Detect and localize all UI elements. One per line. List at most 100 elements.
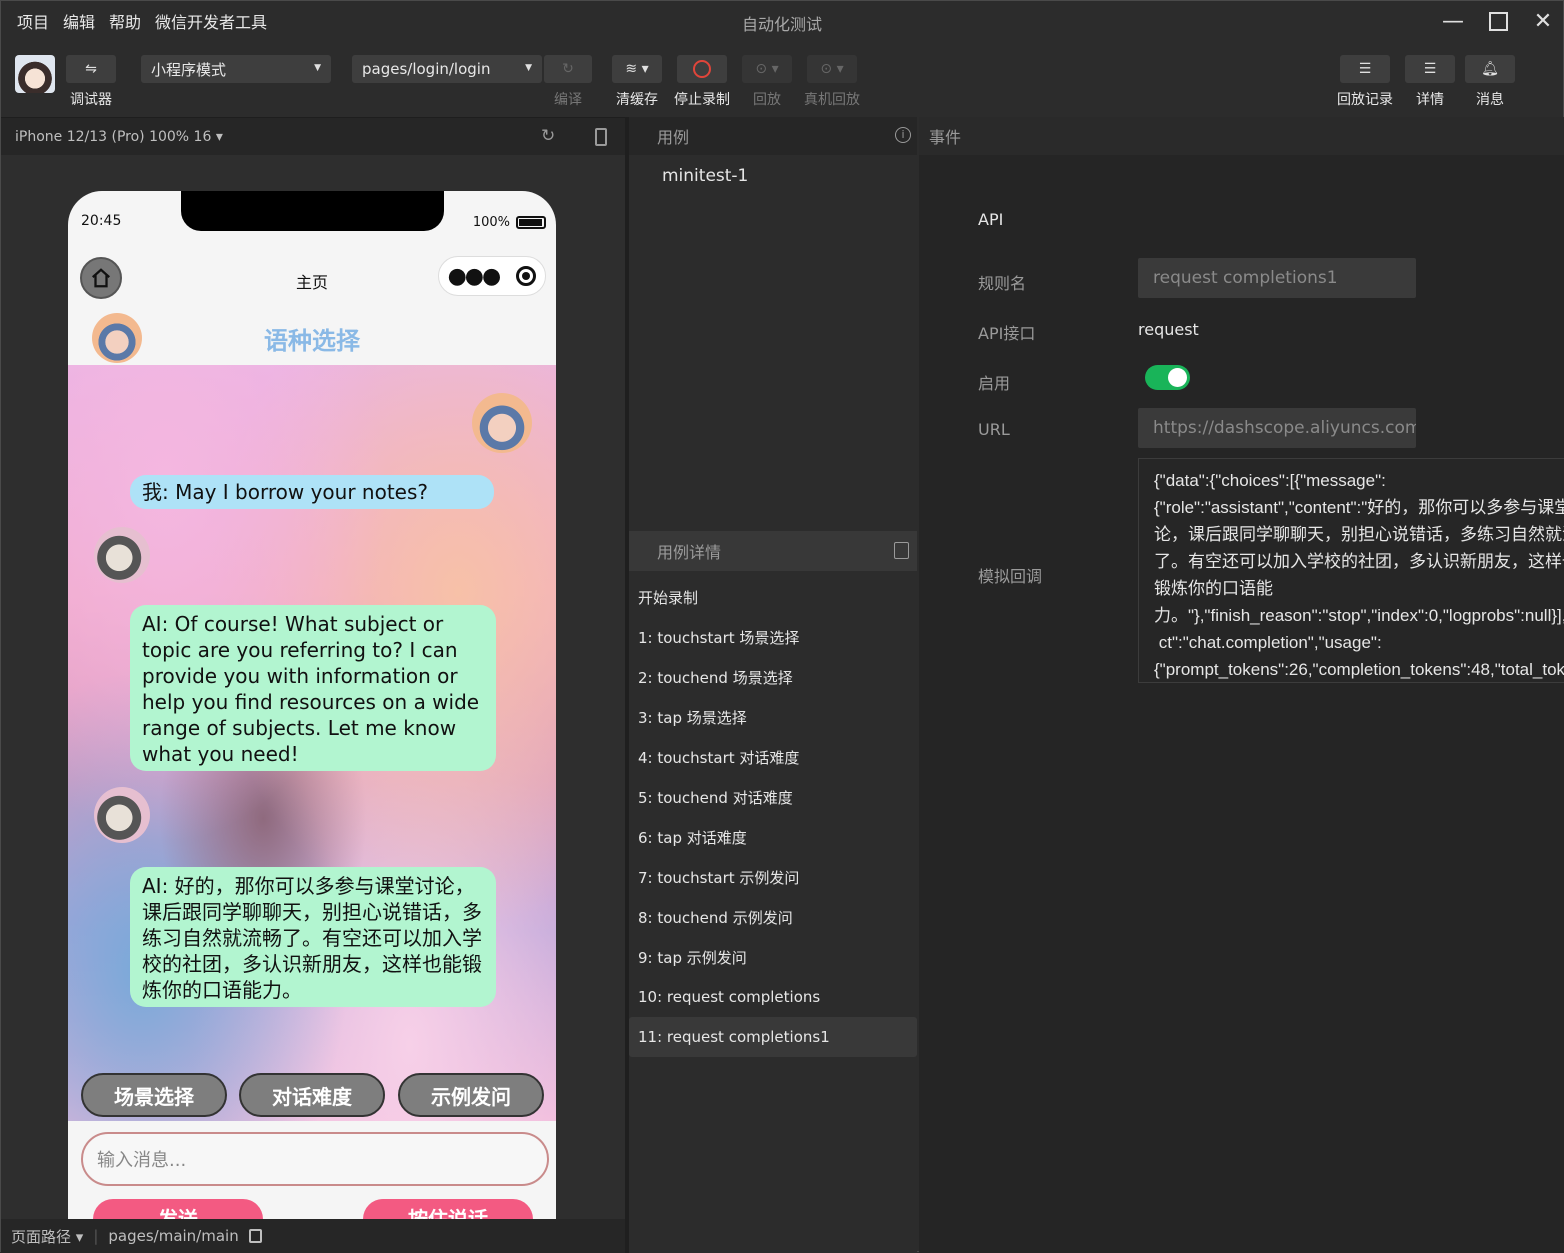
stop-record-button[interactable] (677, 55, 727, 83)
page-title[interactable]: 语种选择 (68, 321, 556, 356)
device-replay-label: 真机回放 (804, 92, 860, 108)
phone-icon[interactable] (595, 128, 607, 146)
more-icon[interactable]: ●●● (448, 264, 502, 289)
list-item[interactable]: 3: tap 场景选择 (629, 697, 917, 737)
list-item[interactable]: 7: touchstart 示例发问 (629, 857, 917, 897)
menu-icon: ☰ (1423, 61, 1437, 77)
events-panel: API 规则名 request completions1 API接口 reque… (919, 155, 1564, 1253)
details-button[interactable]: ☰ (1405, 55, 1455, 83)
sliders-icon: ⇋ (85, 61, 97, 77)
battery-percent: 100% (472, 215, 510, 230)
ai-avatar (94, 527, 150, 583)
cases-header: 用例 i (629, 117, 917, 155)
user-avatar (472, 393, 532, 453)
status-time: 20:45 (81, 213, 122, 229)
play-icon: ⊙ ▾ (755, 61, 779, 77)
messages-button[interactable]: 🔔︎ (1465, 55, 1515, 83)
simulator-bar: iPhone 12/13 (Pro) 100% 16 ▾ ↻ (1, 117, 625, 155)
window-title: 自动化测试 (741, 15, 822, 34)
toolbar: ⇋ 调试器 小程序模式 ▼ pages/login/login ▼ ↻ 编译 ≋… (1, 41, 1563, 117)
chevron-down-icon: ▼ (525, 63, 532, 73)
scene-select-button[interactable]: 场景选择 (81, 1073, 227, 1117)
list-item[interactable]: 9: tap 示例发问 (629, 937, 917, 977)
list-item[interactable]: 5: touchend 对话难度 (629, 777, 917, 817)
phone-notch (181, 191, 444, 231)
page-select[interactable]: pages/login/login ▼ (352, 55, 542, 83)
hold-to-talk-button[interactable]: 按住说话 (363, 1199, 533, 1221)
replay-log-button[interactable]: ☰ (1340, 55, 1390, 83)
phone-screen: 20:45 100% 主页 ●●● 语种选择 我: May I borrow y… (68, 191, 556, 1221)
list-item-selected[interactable]: 11: request completions1 (629, 1017, 917, 1057)
ai-message: AI: 好的，那你可以多参与课堂讨论，课后跟同学聊聊天，别担心说错话，多练习自然… (130, 867, 496, 1007)
chevron-down-icon: ▼ (314, 63, 321, 73)
devtools-window: 项目 编辑 帮助 微信开发者工具 自动化测试 — ✕ ⇋ 调试器 小程序模式 ▼… (0, 0, 1564, 1253)
list-item[interactable]: 10: request completions (629, 977, 917, 1017)
info-icon[interactable]: i (895, 127, 911, 143)
minimize-icon[interactable]: — (1437, 7, 1469, 35)
cases-list: minitest-1 (629, 155, 917, 531)
replay-button[interactable]: ⊙ ▾ (742, 55, 792, 83)
example-question-button[interactable]: 示例发问 (398, 1073, 544, 1117)
device-select[interactable]: iPhone 12/13 (Pro) 100% 16 ▾ (15, 129, 223, 145)
battery-icon (516, 216, 546, 229)
mode-select[interactable]: 小程序模式 ▼ (141, 55, 331, 83)
mode-select-value: 小程序模式 (151, 60, 227, 79)
play-icon: ⊙ ▾ (820, 61, 844, 77)
page-path-select[interactable]: 页面路径 ▾ (11, 1226, 83, 1247)
refresh-icon: ↻ (562, 61, 574, 77)
enable-toggle[interactable] (1145, 365, 1190, 390)
case-detail-header: 用例详情 (629, 531, 917, 571)
api-value: request (1138, 320, 1199, 339)
chat-area[interactable]: 我: May I borrow your notes? AI: Of cours… (68, 365, 556, 1121)
page-path-value: pages/main/main (108, 1227, 239, 1245)
messages-label: 消息 (1476, 92, 1504, 108)
list-item[interactable]: 8: touchend 示例发问 (629, 897, 917, 937)
user-avatar[interactable] (15, 55, 55, 93)
status-battery: 100% (473, 215, 546, 230)
case-item[interactable]: minitest-1 (662, 166, 748, 186)
close-icon[interactable]: ✕ (1527, 7, 1559, 35)
list-item[interactable]: 1: touchstart 场景选择 (629, 617, 917, 657)
page-select-value: pages/login/login (362, 60, 491, 78)
capsule-menu: ●●● (438, 256, 546, 296)
compile-label: 编译 (554, 92, 582, 108)
close-mini-program-icon[interactable] (516, 266, 537, 286)
debugger-label: 调试器 (70, 92, 112, 108)
list-item[interactable]: 6: tap 对话难度 (629, 817, 917, 857)
events-title: 事件 (929, 128, 962, 147)
message-input[interactable]: 输入消息... (81, 1132, 549, 1186)
section-title: API (978, 210, 1004, 229)
rotate-icon[interactable]: ↻ (541, 126, 555, 146)
rule-name-input[interactable]: request completions1 (1138, 258, 1416, 298)
record-icon (693, 60, 711, 78)
list-item[interactable]: 4: touchstart 对话难度 (629, 737, 917, 777)
case-detail-list: 开始录制 1: touchstart 场景选择 2: touchend 场景选择… (629, 571, 917, 1253)
compile-button[interactable]: ↻ (544, 55, 592, 83)
maximize-icon[interactable] (1482, 7, 1514, 35)
difficulty-button[interactable]: 对话难度 (239, 1073, 385, 1117)
list-item[interactable]: 2: touchend 场景选择 (629, 657, 917, 697)
details-label: 详情 (1416, 92, 1444, 108)
search-file-icon[interactable] (894, 542, 909, 559)
layers-icon: ≋ ▾ (625, 61, 649, 77)
mock-callback-label: 模拟回调 (978, 567, 1043, 586)
mock-callback-editor[interactable]: {"data":{"choices":[{"message": {"role":… (1138, 458, 1564, 683)
debugger-button[interactable]: ⇋ (66, 55, 116, 83)
url-input[interactable]: https://dashscope.aliyuncs.com/ (1138, 408, 1416, 448)
device-replay-button[interactable]: ⊙ ▾ (807, 55, 857, 83)
replay-label: 回放 (753, 92, 781, 108)
page-path-bar: 页面路径 ▾ | pages/main/main (1, 1219, 625, 1253)
send-button[interactable]: 发送 (93, 1199, 263, 1221)
clear-cache-button[interactable]: ≋ ▾ (612, 55, 662, 83)
page-header: 语种选择 (68, 309, 556, 365)
simulator: 20:45 100% 主页 ●●● 语种选择 我: May I borrow y… (1, 155, 625, 1221)
copy-icon[interactable] (248, 1229, 262, 1243)
user-message: 我: May I borrow your notes? (130, 475, 494, 509)
ai-avatar (94, 787, 150, 843)
stop-record-label: 停止录制 (674, 92, 730, 108)
enable-label: 启用 (978, 374, 1011, 393)
bell-icon: 🔔︎ (1481, 61, 1499, 77)
menu-icon: ☰ (1358, 61, 1372, 77)
list-item[interactable]: 开始录制 (629, 577, 917, 617)
rule-name-label: 规则名 (978, 274, 1027, 293)
